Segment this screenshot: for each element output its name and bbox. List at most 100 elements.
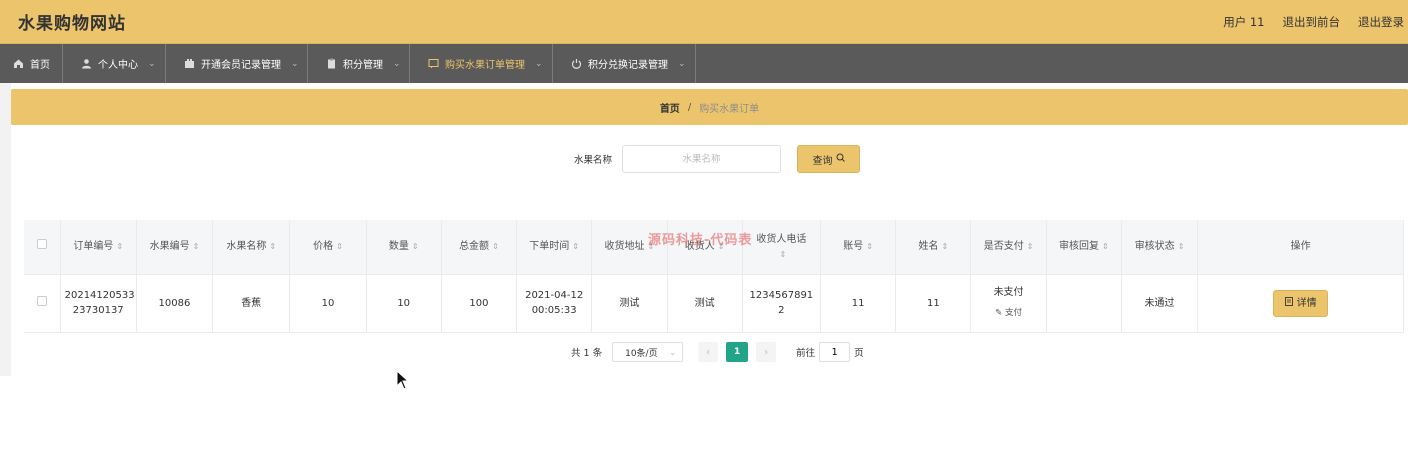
row-checkbox-cell[interactable]	[24, 274, 61, 333]
cell-fruit-no: 10086	[136, 274, 214, 333]
page-size-select[interactable]: 10条/页 ⌄	[612, 342, 684, 362]
chevron-down-icon: ⌄	[393, 58, 401, 69]
breadcrumb-current: 购买水果订单	[699, 103, 760, 115]
sort-icon: ⇕	[269, 242, 277, 252]
cell-address: 测试	[591, 274, 668, 333]
chevron-down-icon: ⌄	[148, 58, 156, 69]
col-quantity[interactable]: 数量 ⇕	[366, 220, 442, 275]
top-header: 水果购物网站 用户 11 退出到前台 退出登录	[0, 0, 1408, 44]
col-actions: 操作	[1197, 220, 1404, 275]
sort-icon: ⇕	[492, 242, 499, 252]
site-title: 水果购物网站	[18, 14, 126, 34]
paid-status: 未支付	[993, 287, 1024, 298]
row-checkbox[interactable]	[36, 295, 47, 306]
nav-item-points-exchange-records[interactable]: 积分兑换记录管理 ⌄	[553, 44, 696, 83]
sort-icon: ⇕	[1177, 242, 1185, 252]
cell-fruit-name: 香蕉	[212, 274, 291, 333]
page-goto-input[interactable]	[819, 342, 851, 362]
nav-label: 购买水果订单管理	[445, 60, 525, 71]
col-review-status[interactable]: 审核状态 ⇕	[1121, 220, 1199, 275]
cell-price: 10	[289, 274, 367, 333]
left-gutter	[0, 83, 11, 376]
chevron-down-icon: ⌄	[535, 58, 543, 69]
sort-icon: ⇕	[941, 242, 949, 252]
sort-icon: ⇕	[336, 242, 343, 252]
breadcrumb: 首页 / 购买水果订单	[11, 89, 1408, 125]
user-links: 用户 11 退出到前台 退出登录	[1223, 14, 1404, 30]
col-order-no[interactable]: 订单编号 ⇕	[60, 220, 137, 275]
col-paid[interactable]: 是否支付 ⇕	[970, 220, 1047, 275]
search-form: 水果名称 查询	[574, 145, 861, 173]
chevron-down-icon: ⌄	[678, 58, 686, 69]
chevron-down-icon: ⌄	[669, 347, 677, 357]
col-receiver-phone[interactable]: 收货人电话 ⇕	[742, 220, 821, 275]
sort-icon: ⇕	[1026, 242, 1034, 252]
building-icon	[184, 58, 195, 70]
cell-total: 100	[441, 274, 518, 333]
sort-icon: ⇕	[717, 242, 725, 252]
main-nav: 首页 个人中心 ⌄ 开通会员记录管理 ⌄ 积分管理 ⌄ 购买水果订单管理 ⌄ 积…	[0, 44, 1408, 83]
page-goto: 前往 页	[796, 342, 864, 362]
col-receiver[interactable]: 收货人 ⇕	[667, 220, 743, 275]
clipboard-icon	[326, 58, 337, 70]
current-user: 用户 11	[1223, 14, 1265, 29]
nav-item-personal-center[interactable]: 个人中心 ⌄	[63, 44, 166, 83]
edit-icon: ✎	[995, 308, 1003, 318]
next-page-button[interactable]: ›	[756, 342, 777, 362]
col-order-time[interactable]: 下单时间 ⇕	[516, 220, 593, 275]
nav-item-points-management[interactable]: 积分管理 ⌄	[308, 44, 410, 83]
col-name[interactable]: 姓名 ⇕	[895, 220, 972, 275]
nav-label: 积分管理	[343, 60, 383, 71]
sort-icon: ⇕	[866, 242, 873, 252]
cell-actions: 详情	[1197, 274, 1404, 333]
search-label: 水果名称	[574, 155, 613, 166]
cell-account: 11	[820, 274, 897, 333]
nav-label: 首页	[30, 60, 50, 71]
message-icon	[428, 58, 439, 70]
col-account[interactable]: 账号 ⇕	[820, 220, 897, 275]
cell-review-status: 未通过	[1121, 274, 1199, 333]
search-input[interactable]	[622, 145, 782, 173]
nav-label: 积分兑换记录管理	[588, 60, 668, 71]
detail-button[interactable]: 详情	[1273, 289, 1329, 317]
nav-label: 开通会员记录管理	[201, 60, 281, 71]
cell-order-no: 20214120533 23730137	[60, 274, 137, 333]
breadcrumb-home[interactable]: 首页	[660, 100, 680, 115]
cell-quantity: 10	[366, 274, 442, 333]
col-price[interactable]: 价格 ⇕	[289, 220, 367, 275]
pagination-total: 共 1 条	[571, 348, 603, 359]
prev-page-button[interactable]: ‹	[698, 342, 719, 362]
sort-icon: ⇕	[572, 242, 579, 252]
sort-icon: ⇕	[411, 242, 419, 252]
cell-receiver-phone: 1234567891 2	[742, 274, 821, 333]
col-address[interactable]: 收货地址 ⇕	[591, 220, 668, 275]
cell-receiver: 测试	[667, 274, 743, 333]
pay-link[interactable]: ✎ 支付	[975, 306, 1041, 321]
cell-order-time: 2021-04-12 00:05:33	[516, 274, 593, 333]
cell-review-reply	[1046, 274, 1122, 333]
search-icon	[836, 153, 845, 165]
cell-name: 11	[895, 274, 972, 333]
sort-icon: ⇕	[779, 249, 787, 259]
col-fruit-name[interactable]: 水果名称 ⇕	[212, 220, 291, 275]
logout-link[interactable]: 退出登录	[1358, 14, 1404, 30]
chevron-down-icon: ⌄	[291, 58, 299, 69]
col-total[interactable]: 总金额 ⇕	[441, 220, 518, 275]
col-fruit-no[interactable]: 水果编号 ⇕	[136, 220, 214, 275]
sort-icon: ⇕	[116, 242, 124, 252]
nav-item-fruit-orders[interactable]: 购买水果订单管理 ⌄	[410, 44, 553, 83]
select-all-checkbox-cell[interactable]	[24, 220, 61, 275]
nav-item-membership-records[interactable]: 开通会员记录管理 ⌄	[166, 44, 308, 83]
search-button-label: 查询	[812, 155, 833, 167]
select-all-checkbox[interactable]	[36, 239, 47, 250]
mouse-cursor	[396, 369, 410, 394]
sort-icon: ⇕	[1101, 242, 1109, 252]
home-icon	[12, 58, 24, 70]
search-button[interactable]: 查询	[797, 145, 861, 173]
page-number-current[interactable]: 1	[726, 342, 749, 362]
orders-table: 订单编号 ⇕ 水果编号 ⇕ 水果名称 ⇕ 价格 ⇕ 数量 ⇕ 总金额 ⇕ 下单时间 ⇕ 收货地…	[24, 220, 1404, 333]
nav-item-home[interactable]: 首页	[0, 44, 63, 83]
cell-paid: 未支付 ✎ 支付	[970, 274, 1047, 333]
col-review-reply[interactable]: 审核回复 ⇕	[1046, 220, 1122, 275]
back-to-frontend-link[interactable]: 退出到前台	[1283, 14, 1341, 30]
